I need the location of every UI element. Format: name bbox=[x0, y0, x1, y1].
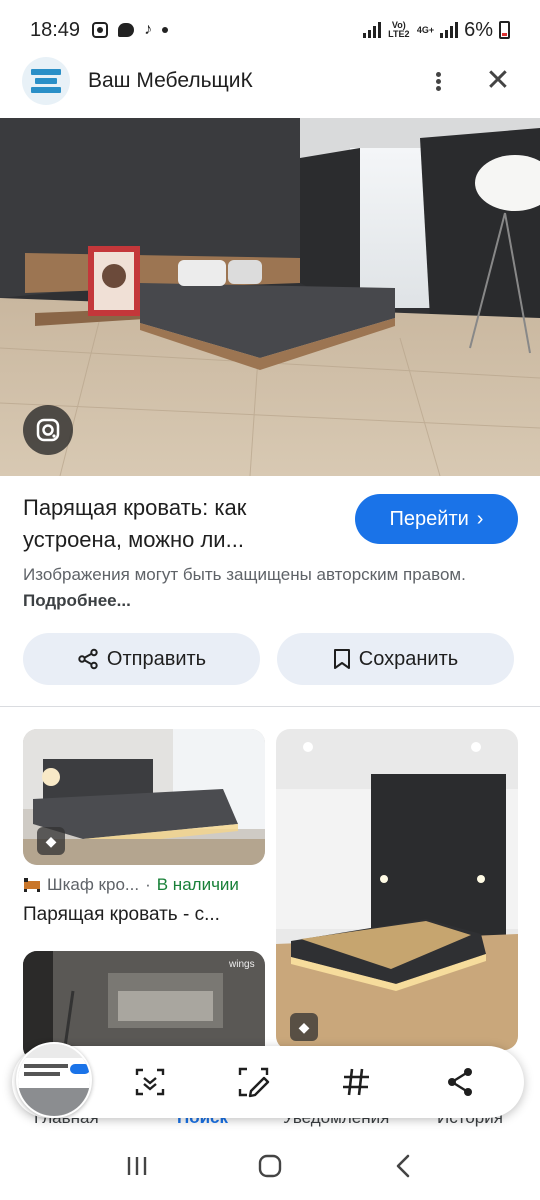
save-button-label: Сохранить bbox=[358, 647, 459, 670]
section-divider bbox=[0, 706, 540, 707]
bookmark-icon bbox=[333, 649, 350, 669]
product-tag-icon: ◆ bbox=[290, 1013, 318, 1041]
share-icon bbox=[78, 648, 98, 670]
share-button[interactable]: Отправить bbox=[23, 633, 260, 685]
card-1-stock-status: В наличии bbox=[156, 875, 239, 894]
store-favicon-icon bbox=[24, 878, 40, 892]
copyright-notice: Изображения могут быть защищены авторски… bbox=[23, 562, 493, 614]
learn-more-link[interactable]: Подробнее... bbox=[23, 591, 131, 610]
visit-button-label: Перейти bbox=[389, 507, 469, 530]
result-title-line1: Парящая кровать: как bbox=[23, 495, 247, 520]
result-title-line2: устроена, можно ли... bbox=[23, 527, 244, 552]
screen: 18:49 ♪ Vo) LTE2 4G+ 6% Ваш МебельщиК ✕ bbox=[0, 0, 540, 1200]
share-icon[interactable] bbox=[440, 1062, 480, 1102]
copyright-text: Изображения могут быть защищены авторски… bbox=[23, 565, 466, 584]
hashtag-icon[interactable] bbox=[336, 1062, 376, 1102]
result-title[interactable]: Парящая кровать: как устроена, можно ли.… bbox=[23, 492, 323, 556]
back-icon[interactable] bbox=[383, 1146, 423, 1186]
card-1-source-row[interactable]: Шкаф кро... · В наличии bbox=[23, 873, 263, 897]
more-vert-icon[interactable] bbox=[418, 61, 458, 101]
card-1-source: Шкаф кро... bbox=[47, 875, 140, 894]
related-image-card-1[interactable]: ◆ bbox=[23, 729, 265, 865]
site-name[interactable]: Ваш МебельщиК bbox=[88, 69, 398, 93]
home-icon[interactable] bbox=[250, 1146, 290, 1186]
scroll-capture-icon[interactable] bbox=[130, 1062, 170, 1102]
site-logo-icon bbox=[22, 57, 70, 105]
status-bar: 18:49 ♪ Vo) LTE2 4G+ 6% bbox=[0, 0, 540, 60]
app-notification-icon bbox=[92, 22, 109, 38]
share-button-label: Отправить bbox=[106, 647, 207, 670]
related-image-card-2[interactable]: ◆ bbox=[276, 729, 518, 1050]
status-time: 18:49 bbox=[30, 18, 81, 41]
system-navigation-bar bbox=[0, 1132, 540, 1200]
result-header: Ваш МебельщиК ✕ bbox=[0, 56, 540, 106]
save-button[interactable]: Сохранить bbox=[277, 633, 514, 685]
network-type-label: 4G+ bbox=[416, 24, 435, 35]
chat-notification-icon bbox=[118, 23, 135, 37]
signal-2-icon bbox=[440, 22, 459, 38]
recent-apps-icon[interactable] bbox=[117, 1146, 157, 1186]
main-result-image[interactable] bbox=[0, 118, 540, 476]
more-notifications-dot bbox=[162, 27, 169, 33]
product-tag-icon: ◆ bbox=[37, 827, 65, 855]
floating-capture-toolbar bbox=[12, 1042, 524, 1118]
lens-search-button[interactable] bbox=[23, 405, 73, 455]
lens-icon bbox=[36, 418, 60, 442]
screenshot-thumbnail[interactable] bbox=[16, 1042, 92, 1118]
chevron-right-icon: › bbox=[476, 507, 484, 530]
signal-1-icon bbox=[362, 22, 381, 38]
visit-button[interactable]: Перейти › bbox=[355, 494, 518, 544]
volte-label: Vo) LTE2 bbox=[388, 20, 410, 39]
status-indicators: Vo) LTE2 4G+ 6% bbox=[362, 18, 510, 42]
card-1-separator: · bbox=[145, 875, 151, 894]
tiktok-notification-icon: ♪ bbox=[144, 21, 153, 38]
close-icon[interactable]: ✕ bbox=[478, 61, 518, 101]
draw-edit-icon[interactable] bbox=[234, 1062, 274, 1102]
card-1-title[interactable]: Парящая кровать - с... bbox=[23, 901, 263, 929]
battery-percent: 6% bbox=[464, 18, 493, 41]
card-3-watermark: wings bbox=[229, 959, 255, 970]
battery-icon bbox=[499, 21, 510, 39]
